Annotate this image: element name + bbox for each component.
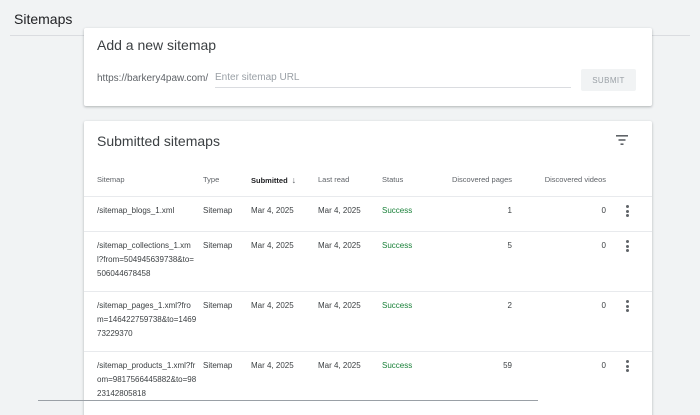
column-header-status[interactable]: Status bbox=[382, 175, 403, 184]
column-header-discovered-pages[interactable]: Discovered pages bbox=[442, 175, 512, 184]
cell-discovered-pages: 5 bbox=[507, 241, 512, 250]
add-sitemap-title: Add a new sitemap bbox=[97, 37, 217, 53]
cell-type: Sitemap bbox=[203, 241, 233, 250]
cell-last-read: Mar 4, 2025 bbox=[318, 206, 361, 215]
cell-submitted: Mar 4, 2025 bbox=[251, 361, 294, 370]
row-divider bbox=[84, 351, 652, 352]
cell-discovered-videos: 0 bbox=[601, 361, 606, 370]
more-vert-icon[interactable] bbox=[626, 360, 630, 372]
cell-discovered-pages: 2 bbox=[507, 301, 512, 310]
cell-sitemap[interactable]: /sitemap_pages_1.xml?from=146422759738&t… bbox=[97, 299, 197, 341]
cell-discovered-videos: 0 bbox=[601, 241, 606, 250]
add-sitemap-card: Add a new sitemap https://barkery4paw.co… bbox=[84, 28, 652, 106]
cell-submitted: Mar 4, 2025 bbox=[251, 301, 294, 310]
arrow-down-icon: ↓ bbox=[291, 175, 297, 185]
column-header-discovered-videos[interactable]: Discovered videos bbox=[532, 175, 606, 184]
cell-discovered-pages: 1 bbox=[507, 206, 512, 215]
row-divider bbox=[84, 231, 652, 232]
sitemap-url-input[interactable] bbox=[215, 68, 571, 88]
cell-status: Success bbox=[382, 206, 413, 215]
row-divider bbox=[84, 196, 652, 197]
column-header-submitted-label: Submitted bbox=[251, 176, 288, 185]
column-header-type[interactable]: Type bbox=[203, 175, 219, 184]
cell-status: Success bbox=[382, 241, 413, 250]
cell-discovered-pages: 59 bbox=[503, 361, 512, 370]
cell-last-read: Mar 4, 2025 bbox=[318, 241, 361, 250]
more-vert-icon[interactable] bbox=[626, 205, 630, 217]
filter-icon[interactable] bbox=[615, 134, 629, 146]
submitted-sitemaps-card: Submitted sitemaps Sitemap Type Submitte… bbox=[84, 121, 652, 415]
page-title: Sitemaps bbox=[14, 11, 73, 27]
cell-last-read: Mar 4, 2025 bbox=[318, 361, 361, 370]
submit-button[interactable]: SUBMIT bbox=[581, 69, 636, 91]
cell-last-read: Mar 4, 2025 bbox=[318, 301, 361, 310]
column-header-last-read[interactable]: Last read bbox=[318, 175, 349, 184]
cell-sitemap[interactable]: /sitemap_products_1.xml?from=98175664458… bbox=[97, 359, 197, 401]
cell-discovered-videos: 0 bbox=[601, 301, 606, 310]
more-vert-icon[interactable] bbox=[626, 300, 630, 312]
cell-submitted: Mar 4, 2025 bbox=[251, 206, 294, 215]
submitted-sitemaps-title: Submitted sitemaps bbox=[97, 133, 220, 149]
cell-sitemap[interactable]: /sitemap_blogs_1.xml bbox=[97, 204, 207, 218]
url-prefix: https://barkery4paw.com/ bbox=[97, 73, 209, 84]
column-header-submitted[interactable]: Submitted ↓ bbox=[251, 175, 296, 185]
cell-status: Success bbox=[382, 301, 413, 310]
column-header-sitemap[interactable]: Sitemap bbox=[97, 175, 125, 184]
row-divider bbox=[84, 291, 652, 292]
cell-discovered-videos: 0 bbox=[601, 206, 606, 215]
cell-type: Sitemap bbox=[203, 301, 233, 310]
cell-type: Sitemap bbox=[203, 361, 233, 370]
cell-type: Sitemap bbox=[203, 206, 233, 215]
cell-status: Success bbox=[382, 361, 413, 370]
cell-submitted: Mar 4, 2025 bbox=[251, 241, 294, 250]
more-vert-icon[interactable] bbox=[626, 240, 630, 252]
cell-sitemap[interactable]: /sitemap_collections_1.xml?from=50494563… bbox=[97, 239, 197, 281]
bottom-divider bbox=[38, 400, 538, 401]
